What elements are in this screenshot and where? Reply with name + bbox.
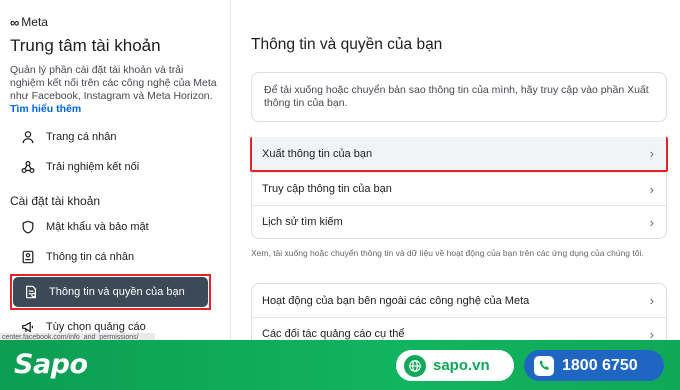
id-card-icon [20,249,36,265]
row-off-meta-activity[interactable]: Hoạt động của bạn bên ngoài các công ngh… [252,284,666,317]
info-document-icon [23,284,39,300]
sidebar-item-personal-info[interactable]: Thông tin cá nhân [10,242,220,272]
website-text: sapo.vn [433,357,490,374]
meta-logo[interactable]: ∞ Meta [10,14,220,30]
website-pill[interactable]: sapo.vn [396,350,514,381]
chevron-right-icon: › [649,181,654,197]
sidebar-item-connected-experiences[interactable]: Trải nghiệm kết nối [10,152,220,182]
learn-more-link[interactable]: Tìm hiểu thêm [10,103,81,115]
account-center-sidebar: ∞ Meta Trung tâm tài khoản Quản lý phần … [0,0,231,340]
chevron-right-icon: › [649,293,654,308]
connected-experiences-icon [20,159,36,175]
main-content: Thông tin và quyền của bạn Để tải xuống … [232,0,680,351]
globe-icon [404,354,426,377]
account-settings-label: Cài đặt tài khoản [10,194,101,208]
export-info-card: Để tải xuống hoặc chuyển bản sao thông t… [251,72,667,122]
active-item-highlight: Thông tin và quyền của bạn [10,274,211,310]
sidebar-item-password-security[interactable]: Mật khẩu và bảo mật [10,212,220,242]
meta-infinity-icon: ∞ [10,14,19,30]
sidebar-item-profile[interactable]: Trang cá nhân [10,122,220,152]
sidebar-title: Trung tâm tài khoản [10,36,161,55]
phone-icon [534,355,554,376]
info-options-list: Xuất thông tin của bạn › Truy cập thông … [250,137,668,239]
info-list-note: Xem, tải xuống hoặc chuyển thông tin và … [251,248,644,258]
chevron-right-icon: › [649,214,654,230]
chevron-right-icon: › [649,146,654,161]
shield-icon [20,219,36,235]
hotline-number: 1800 6750 [562,356,638,374]
sidebar-description: Quản lý phần cài đặt tài khoản và trải n… [10,64,217,115]
row-search-history[interactable]: Lịch sử tìm kiếm › [252,205,666,238]
sapo-logo: Sapo [14,349,88,380]
sidebar-item-your-info-permissions[interactable]: Thông tin và quyền của bạn [13,277,208,307]
person-icon [20,129,36,145]
hotline-pill[interactable]: 1800 6750 [524,350,664,381]
sapo-promo-banner: Sapo sapo.vn 1800 6750 [0,340,680,390]
page-title: Thông tin và quyền của bạn [251,36,443,53]
row-export-your-info[interactable]: Xuất thông tin của bạn › [250,137,668,172]
meta-brand-text: Meta [21,15,48,29]
row-access-your-info[interactable]: Truy cập thông tin của bạn › [252,172,666,205]
